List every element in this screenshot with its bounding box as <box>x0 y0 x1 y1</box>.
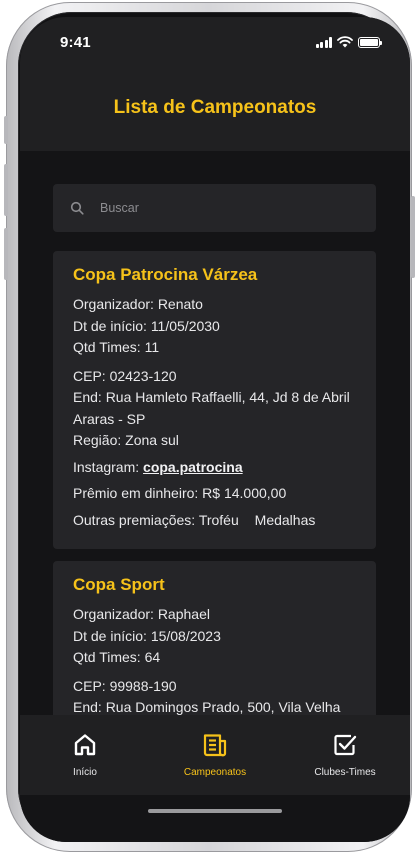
tab-label: Campeonatos <box>183 767 247 778</box>
cep: CEP: 02423-120 <box>73 367 177 384</box>
championship-card[interactable]: Copa Patrocina Várzea Organizador: Renat… <box>53 251 376 549</box>
start-date: Dt de início: 15/08/2023 <box>73 627 221 644</box>
teams-count: Qtd Times: 64 <box>73 649 161 665</box>
instagram: Instagram: copa.patrocina <box>73 457 356 479</box>
volume-up-button <box>4 164 8 216</box>
championship-name: Copa Patrocina Várzea <box>73 265 258 284</box>
wifi-icon <box>337 36 353 48</box>
start-date: Dt de início: 11/05/2030 <box>73 317 220 334</box>
newspaper-icon <box>203 734 227 757</box>
status-icons <box>315 36 382 48</box>
cellular-signal-icon <box>315 37 332 48</box>
tab-label: Clubes-Times <box>314 767 376 778</box>
search-placeholder: Buscar <box>100 201 139 215</box>
region: Região: Zona sul <box>73 432 179 448</box>
address: End: Rua Hamleto Raffaelli, 44, Jd 8 de … <box>73 389 350 405</box>
checkbox-icon <box>334 734 357 756</box>
instagram-link[interactable]: copa.patrocina <box>143 459 243 475</box>
mute-switch <box>4 116 8 144</box>
tab-bar: Início Campeonatos Clubes-Times <box>20 715 410 795</box>
championship-card[interactable]: Copa Sport Organizador: Raphael Dt de in… <box>53 561 376 715</box>
championship-name: Copa Sport <box>73 575 165 594</box>
prize-item: Troféu <box>198 511 239 528</box>
screen: 9:41 Lista de Campeonatos Buscar Copa Pa… <box>20 17 410 842</box>
tab-campeonatos[interactable]: Campeonatos <box>150 715 280 795</box>
tab-inicio[interactable]: Início <box>20 715 150 795</box>
cep: CEP: 99988-190 <box>73 677 177 694</box>
championship-list[interactable]: Buscar Copa Patrocina Várzea Organizador… <box>20 151 410 715</box>
app-header: Lista de Campeonatos <box>20 65 410 151</box>
home-indicator[interactable] <box>148 809 282 813</box>
other-prizes: Outras premiações: Troféu Medalhas <box>73 510 356 532</box>
phone-bezel: 9:41 Lista de Campeonatos Buscar Copa Pa… <box>18 12 410 842</box>
other-prizes-label: Outras premiações: <box>73 511 196 528</box>
tab-clubes-times[interactable]: Clubes-Times <box>280 715 410 795</box>
search-input[interactable]: Buscar <box>53 184 376 232</box>
volume-down-button <box>4 228 8 280</box>
status-bar: 9:41 <box>20 17 410 65</box>
organizer: Organizador: Renato <box>73 296 203 312</box>
prize-item: Medalhas <box>254 511 316 528</box>
instagram-label: Instagram: <box>73 458 144 475</box>
address: End: Rua Domingos Prado, 500, Vila Velha <box>73 699 341 715</box>
status-time: 9:41 <box>60 34 91 51</box>
teams-count: Qtd Times: 11 <box>73 339 160 355</box>
power-button <box>411 196 415 278</box>
page-title: Lista de Campeonatos <box>113 97 317 118</box>
tab-label: Início <box>73 767 97 778</box>
organizer: Organizador: Raphael <box>73 606 210 622</box>
cash-prize: Prêmio em dinheiro: R$ 14.000,00 <box>73 485 287 501</box>
city: Araras - SP <box>73 410 146 427</box>
home-indicator-area <box>20 795 410 842</box>
search-icon <box>70 201 84 215</box>
home-icon <box>74 734 96 756</box>
battery-icon <box>358 37 382 48</box>
